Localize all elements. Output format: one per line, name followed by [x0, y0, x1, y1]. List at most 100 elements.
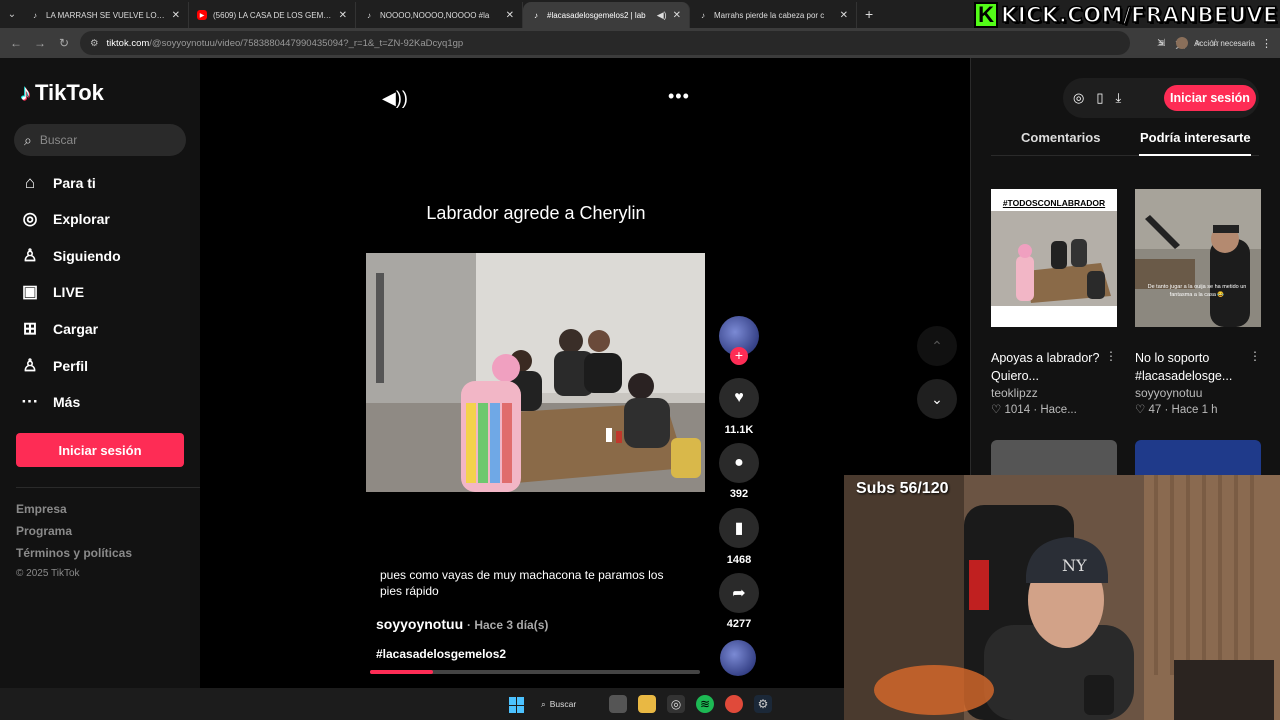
device-icon[interactable]: ▯	[1096, 90, 1103, 106]
spotify-icon[interactable]: ≋	[696, 695, 714, 713]
card-author[interactable]: soyyoynotuu	[1135, 386, 1261, 400]
steam-icon[interactable]: ⚙	[754, 695, 772, 713]
card-time: Hace...	[1040, 404, 1077, 416]
browser-tab-active[interactable]: ♪ #lacasadelosgemelos2 | lab ◀) ✕	[523, 2, 690, 28]
footer-link-empresa[interactable]: Empresa	[16, 502, 67, 516]
save-button[interactable]: ▮	[719, 508, 759, 548]
heart-outline-icon: ♡	[1135, 404, 1146, 416]
kebab-menu-icon[interactable]: ⋮	[1261, 37, 1272, 50]
new-tab-button[interactable]: +	[865, 6, 873, 22]
sidebar-item-mas[interactable]: ··· Más	[18, 390, 81, 414]
sidebar-item-label: LIVE	[53, 284, 85, 300]
sidebar-item-para-ti[interactable]: ⌂ Para ti	[18, 171, 96, 195]
comment-button[interactable]: ●	[719, 443, 759, 483]
card-author[interactable]: teoklipzz	[991, 386, 1117, 400]
next-video-button[interactable]: ⌄	[917, 379, 957, 419]
webcam-image: NY	[844, 475, 1280, 720]
url-field[interactable]: ⚙ tiktok.com/@soyyoynotuu/video/75838804…	[80, 31, 1130, 55]
sidebar-item-label: Perfil	[53, 358, 89, 374]
browser-tab-bar: ⌄ ♪ LA MARRASH SE VUELVE LOCA ✕ ▶ (5609)…	[0, 0, 1280, 28]
tab-search-icon[interactable]: ⌄	[2, 9, 22, 20]
follow-plus-icon[interactable]: +	[730, 347, 748, 365]
sidebar-item-label: Siguiendo	[53, 248, 121, 264]
footer-link-terminos[interactable]: Términos y políticas	[16, 546, 132, 560]
close-icon[interactable]: ✕	[172, 10, 180, 21]
sidebar-item-label: Más	[53, 394, 81, 410]
previous-video-button[interactable]: ⌃	[917, 326, 957, 366]
speaker-icon: ◀)	[656, 9, 667, 20]
card-more-icon[interactable]: ⋮	[1105, 349, 1117, 363]
card-title[interactable]: Apoyas a labrador? Quiero...	[991, 349, 1109, 385]
volume-icon[interactable]: ◀))	[382, 88, 408, 109]
chevron-down-icon: ⌄	[931, 390, 943, 407]
app-icon[interactable]: ◎	[667, 695, 685, 713]
chrome-icon[interactable]	[725, 695, 743, 713]
login-button[interactable]: Iniciar sesión	[16, 433, 184, 467]
suggested-video-card[interactable]: De tanto jugar a la ouija se ha metido u…	[1135, 189, 1261, 416]
heart-outline-icon: ♡	[991, 404, 1002, 416]
tab-title: NOOOO,NOOOO,NOOOO #la	[380, 10, 490, 20]
video-progress-fill	[370, 670, 433, 674]
card-title[interactable]: No lo soporto #lacasadelosge...	[1135, 349, 1253, 385]
video-thumbnail[interactable]: #TODOSCONLABRADOR	[991, 189, 1117, 327]
reload-icon[interactable]: ↻	[52, 36, 76, 50]
thumbnail-text: De tanto jugar a la ouija se ha metido u…	[1147, 284, 1247, 298]
close-icon[interactable]: ✕	[673, 10, 681, 21]
share-button[interactable]: ➦	[719, 573, 759, 613]
sidebar-item-explorar[interactable]: ◎ Explorar	[18, 207, 110, 231]
tiktok-logo[interactable]: ♪ TikTok	[20, 80, 104, 106]
browser-tab[interactable]: ▶ (5609) LA CASA DE LOS GEMELO ✕	[189, 2, 356, 28]
header-login-button[interactable]: Iniciar sesión	[1164, 85, 1256, 111]
close-icon[interactable]: ✕	[339, 10, 347, 21]
video-thumbnail[interactable]: De tanto jugar a la ouija se ha metido u…	[1135, 189, 1261, 327]
like-button[interactable]: ♥	[719, 378, 759, 418]
thumbnail-image	[1135, 189, 1261, 327]
site-info-icon[interactable]: ⚙	[90, 38, 99, 49]
extensions-icon[interactable]: ≡	[1158, 38, 1164, 49]
sidebar-item-live[interactable]: ▣ LIVE	[18, 280, 84, 304]
sidebar-item-cargar[interactable]: ⊞ Cargar	[18, 317, 98, 341]
tab-comentarios[interactable]: Comentarios	[1021, 130, 1100, 145]
sidebar-item-perfil[interactable]: ♙ Perfil	[18, 354, 88, 378]
explore-icon[interactable]: ◎	[1073, 90, 1084, 106]
forward-icon[interactable]: →	[28, 36, 52, 50]
browser-tab[interactable]: ♪ Marrahs pierde la cabeza por c ✕	[690, 2, 857, 28]
top-actions: ◎ ▯ ⤓ Iniciar sesión	[1063, 78, 1259, 118]
video-progress-bar[interactable]	[370, 670, 700, 674]
save-count: 1468	[726, 554, 752, 566]
close-icon[interactable]: ✕	[506, 10, 514, 21]
suggested-video-card[interactable]: #TODOSCONLABRADOR Apoyas a labrador? Qui…	[991, 189, 1117, 416]
avatar[interactable]	[1176, 37, 1189, 49]
tab-title: LA MARRASH SE VUELVE LOCA	[46, 10, 166, 20]
taskbar-search[interactable]: ⌕ Buscar	[541, 694, 593, 714]
logo-text: TikTok	[35, 80, 104, 105]
video-author[interactable]: soyyoynotuu · Hace 3 día(s)	[376, 616, 548, 632]
profile-menu[interactable]: ≡ Acción necesaria ⋮	[1158, 28, 1272, 58]
following-icon: ♙	[22, 246, 38, 265]
sidebar-item-label: Para ti	[53, 175, 96, 191]
video-hashtag[interactable]: #lacasadelosgemelos2	[376, 647, 506, 661]
search-input[interactable]: ⌕ Buscar	[14, 124, 186, 156]
footer-link-programa[interactable]: Programa	[16, 524, 72, 538]
download-icon[interactable]: ⤓	[1116, 90, 1122, 106]
back-icon[interactable]: ←	[4, 36, 28, 50]
tab-title: Marrahs pierde la cabeza por c	[714, 10, 825, 20]
search-icon: ⌕	[541, 698, 546, 709]
tab-podria-interesarte[interactable]: Podría interesarte	[1140, 130, 1251, 145]
video-player[interactable]	[366, 253, 705, 492]
next-creator-avatar[interactable]	[720, 640, 756, 676]
browser-tab[interactable]: ♪ LA MARRASH SE VUELVE LOCA ✕	[22, 2, 189, 28]
task-view-icon[interactable]	[609, 695, 627, 713]
card-more-icon[interactable]: ⋮	[1249, 349, 1261, 363]
browser-tab[interactable]: ♪ NOOOO,NOOOO,NOOOO #la ✕	[356, 2, 523, 28]
sidebar-item-siguiendo[interactable]: ♙ Siguiendo	[18, 244, 121, 268]
windows-start-icon[interactable]	[509, 697, 525, 713]
more-options-icon[interactable]: •••	[668, 86, 690, 107]
author-name[interactable]: soyyoynotuu	[376, 616, 463, 632]
close-icon[interactable]: ✕	[840, 10, 848, 21]
video-thumbnail[interactable]	[1135, 440, 1261, 480]
svg-text:NY: NY	[1062, 556, 1087, 575]
video-thumbnail[interactable]	[991, 440, 1117, 480]
sidebar: ♪ TikTok ⌕ Buscar ⌂ Para ti ◎ Explorar ♙…	[0, 58, 200, 688]
file-explorer-icon[interactable]	[638, 695, 656, 713]
